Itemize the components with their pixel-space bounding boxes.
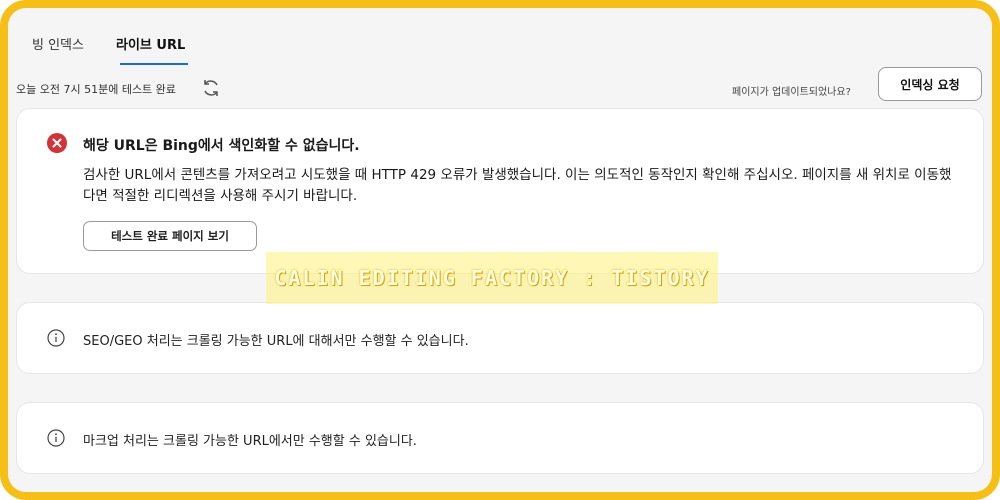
- watermark: CALIN EDITING FACTORY : TISTORY: [266, 252, 718, 304]
- info-icon: [47, 329, 65, 347]
- error-card: 해당 URL은 Bing에서 색인화할 수 없습니다. 검사한 URL에서 콘텐…: [16, 108, 984, 274]
- error-description: 검사한 URL에서 콘텐츠를 가져오려고 시도했을 때 HTTP 429 오류가…: [83, 167, 952, 204]
- info-text: SEO/GEO 처리는 크롤링 가능한 URL에 대해서만 수행할 수 있습니다…: [83, 334, 469, 349]
- error-title: 해당 URL은 Bing에서 색인화할 수 없습니다.: [83, 138, 360, 154]
- refresh-icon[interactable]: [200, 77, 222, 99]
- info-card-seo: SEO/GEO 처리는 크롤링 가능한 URL에 대해서만 수행할 수 있습니다…: [16, 302, 984, 374]
- watermark-text: CALIN EDITING FACTORY : TISTORY: [274, 266, 710, 290]
- test-completed-time: 오늘 오전 7시 51분에 테스트 완료: [16, 83, 176, 96]
- page-updated-question: 페이지가 업데이트되었나요?: [732, 87, 851, 98]
- info-icon: [47, 429, 65, 447]
- view-tested-page-button[interactable]: 테스트 완료 페이지 보기: [83, 221, 257, 251]
- info-text: 마크업 처리는 크롤링 가능한 URL에서만 수행할 수 있습니다.: [83, 434, 417, 449]
- screenshot-frame: 빙 인덱스 라이브 URL 오늘 오전 7시 51분에 테스트 완료 페이지가 …: [0, 0, 1000, 500]
- info-card-markup: 마크업 처리는 크롤링 가능한 URL에서만 수행할 수 있습니다.: [16, 402, 984, 474]
- request-indexing-button[interactable]: 인덱싱 요청: [878, 67, 982, 101]
- error-icon: [47, 133, 67, 153]
- tab-live-url[interactable]: 라이브 URL: [116, 34, 185, 53]
- tab-bing-index[interactable]: 빙 인덱스: [32, 34, 84, 53]
- active-tab-indicator: [120, 63, 188, 65]
